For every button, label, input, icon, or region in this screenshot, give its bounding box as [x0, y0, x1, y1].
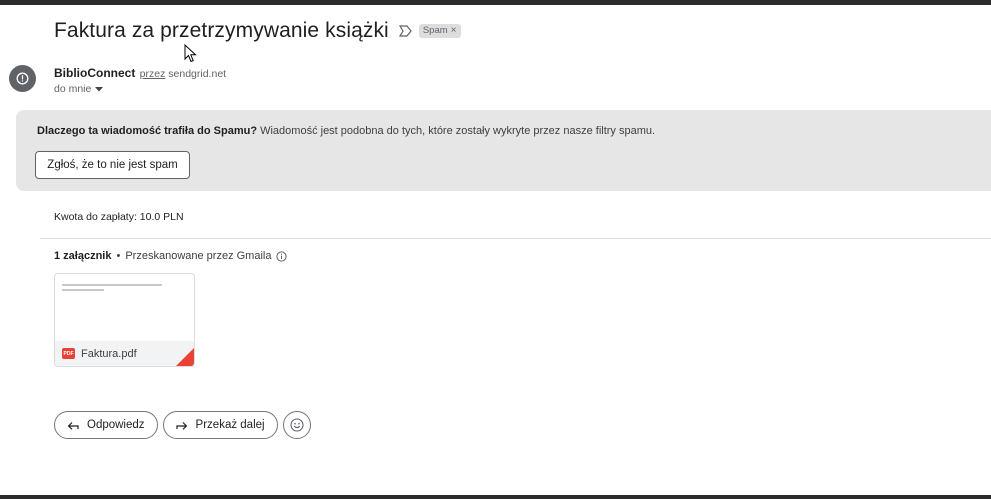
report-not-spam-button[interactable]: Zgłoś, że to nie jest spam — [35, 151, 190, 179]
forward-icon — [175, 421, 187, 430]
spam-label-chip: Spam × — [418, 24, 461, 38]
chevron-down-icon — [95, 86, 104, 91]
spam-label-text: Spam — [422, 25, 448, 36]
header-separator: • — [116, 250, 121, 262]
preview-line — [62, 284, 162, 286]
spam-warning-text: Dlaczego ta wiadomość trafiła do Spamu? … — [37, 125, 655, 137]
emoji-reaction-button[interactable] — [282, 411, 311, 439]
sender-via: przez sendgrid.net — [140, 68, 226, 80]
reply-button[interactable]: Odpowiedz — [54, 411, 158, 439]
via-domain: sendgrid.net — [168, 68, 227, 80]
email-subject-row: Faktura za przetrzymywanie książki Spam … — [54, 19, 461, 43]
attachment-count: 1 załącznik — [54, 250, 112, 262]
spam-warning-question: Dlaczego ta wiadomość trafiła do Spamu? — [37, 125, 258, 137]
spam-warning-panel: Dlaczego ta wiadomość trafiła do Spamu? … — [16, 110, 991, 191]
mouse-cursor-icon — [184, 44, 197, 63]
info-icon[interactable] — [276, 250, 288, 262]
recipient-label: do mnie — [54, 83, 92, 95]
forward-label: Przekaż dalej — [195, 419, 265, 431]
attachment-name: Faktura.pdf — [81, 347, 137, 360]
via-link[interactable]: przez — [140, 68, 166, 80]
reply-label: Odpowiedz — [87, 419, 145, 431]
attachment-card[interactable]: PDF Faktura.pdf — [54, 273, 195, 367]
attachments-divider — [40, 238, 991, 239]
attachment-footer: PDF Faktura.pdf — [55, 341, 194, 366]
warning-icon — [16, 72, 29, 85]
pdf-icon: PDF — [62, 348, 75, 359]
bottom-bar — [0, 495, 991, 499]
remove-label-icon[interactable]: × — [451, 25, 457, 36]
forward-button[interactable]: Przekaż dalej — [162, 411, 278, 439]
email-body-text: Kwota do zapłaty: 10.0 PLN — [54, 211, 184, 223]
scanned-label: Przeskanowane przez Gmaila — [125, 250, 272, 262]
spam-warning-explanation: Wiadomość jest podobna do tych, które zo… — [260, 125, 656, 137]
smiley-icon — [290, 418, 304, 432]
importance-label-icon[interactable] — [398, 25, 413, 37]
reply-actions: Odpowiedz Przekaż dalej — [54, 411, 311, 439]
page-fold-corner — [176, 348, 194, 366]
email-subject: Faktura za przetrzymywanie książki — [54, 19, 389, 42]
preview-line — [62, 289, 104, 291]
attachments-header: 1 załącznik • Przeskanowane przez Gmaila — [54, 250, 288, 262]
reply-icon — [67, 421, 79, 430]
sender-line: BiblioConnect przez sendgrid.net — [54, 66, 226, 80]
top-bar — [0, 0, 991, 5]
recipient-details-toggle[interactable]: do mnie — [54, 83, 104, 95]
sender-avatar[interactable] — [9, 65, 36, 92]
sender-name[interactable]: BiblioConnect — [54, 66, 135, 80]
